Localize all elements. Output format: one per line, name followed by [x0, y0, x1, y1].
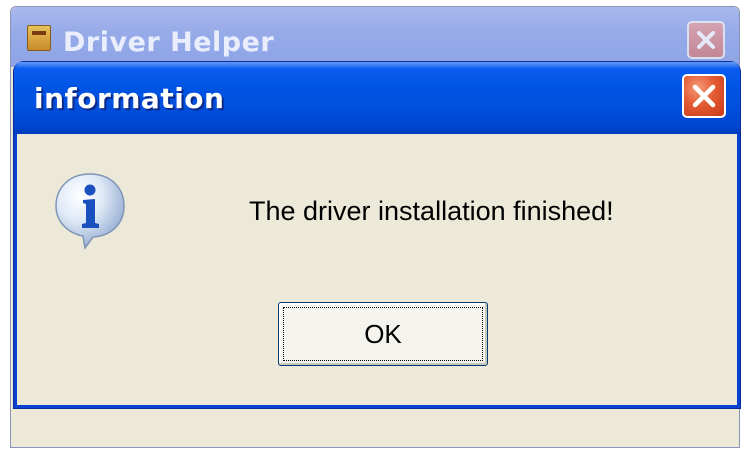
dialog-message: The driver installation finished! — [249, 196, 614, 226]
background-close-button[interactable] — [687, 21, 725, 59]
background-window-title: Driver Helper — [63, 27, 275, 58]
app-icon — [27, 25, 51, 51]
close-icon — [697, 31, 715, 49]
dialog-title: information — [34, 82, 225, 115]
close-button[interactable] — [682, 74, 726, 118]
dialog-titlebar[interactable]: information — [14, 62, 740, 134]
ok-button[interactable]: OK — [278, 302, 488, 366]
info-icon — [55, 173, 125, 250]
dialog-content: The driver installation finished! OK — [17, 134, 737, 405]
information-dialog: information The driver installation fini… — [14, 62, 740, 408]
close-icon — [692, 84, 716, 108]
background-window-body — [11, 409, 739, 447]
background-window-titlebar: Driver Helper — [11, 7, 739, 67]
